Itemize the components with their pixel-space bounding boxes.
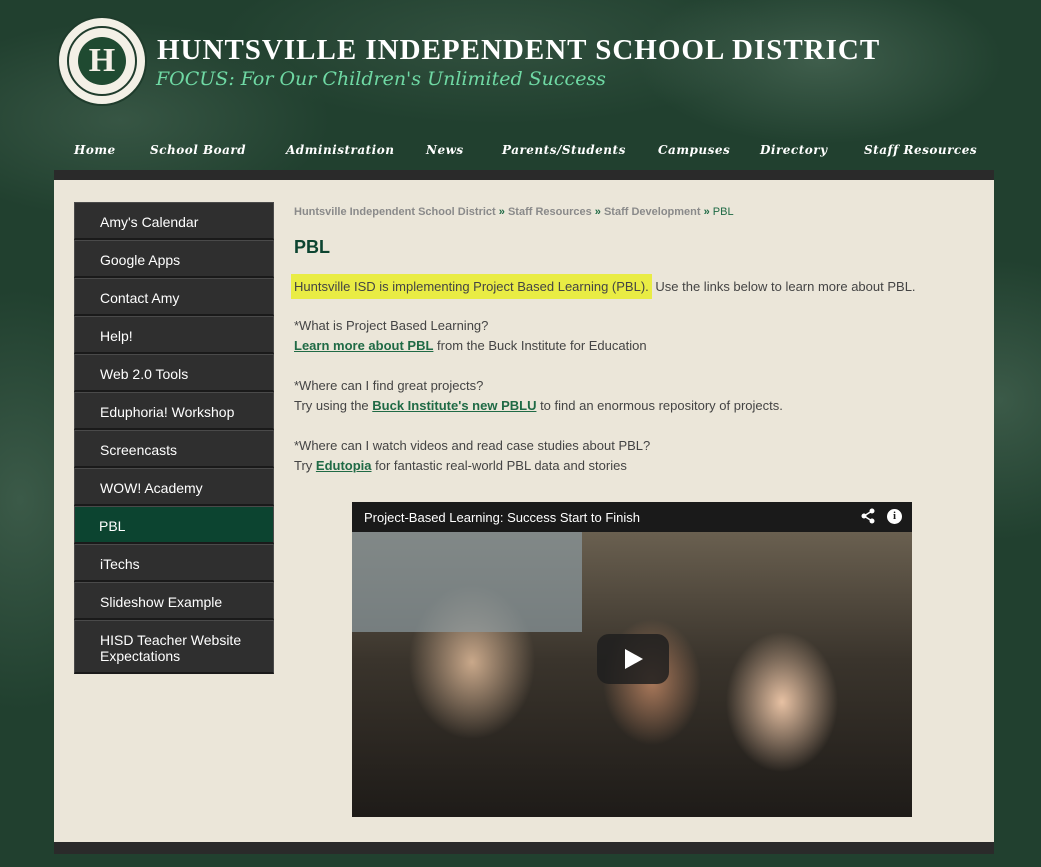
nav-directory[interactable]: Directory [760,143,828,157]
answer-2: Try using the Buck Institute's new PBLU … [294,396,954,416]
sidebar-item-web-tools[interactable]: Web 2.0 Tools [74,354,274,392]
sidebar-item-itechs[interactable]: iTechs [74,544,274,582]
content-top-border [54,170,994,180]
main-content: Huntsville Independent School District »… [291,202,954,476]
breadcrumb-separator: » [498,206,505,218]
logo-letter: H [78,37,126,85]
answer-3: Try Edutopia for fantastic real-world PB… [294,456,954,476]
breadcrumb-separator: » [594,206,601,218]
district-logo[interactable]: H [57,16,147,106]
edutopia-link[interactable]: Edutopia [316,458,372,473]
thumbnail-wall-map [352,532,582,632]
nav-news[interactable]: News [426,143,464,157]
nav-administration[interactable]: Administration [286,143,394,157]
video-title[interactable]: Project-Based Learning: Success Start to… [364,510,640,525]
sidebar-item-pbl[interactable]: PBL [74,506,274,544]
sidebar-item-google-apps[interactable]: Google Apps [74,240,274,278]
breadcrumb: Huntsville Independent School District »… [294,206,954,218]
intro-paragraph: Huntsville ISD is implementing Project B… [291,274,954,299]
question-2: *Where can I find great projects? [294,378,484,393]
answer-1: Learn more about PBL from the Buck Insti… [294,336,954,356]
sidebar-item-teacher-website-expectations[interactable]: HISD Teacher Website Expectations [74,620,274,674]
intro-rest: Use the links below to learn more about … [651,279,916,294]
nav-campuses[interactable]: Campuses [658,143,730,157]
answer-2-pre: Try using the [294,398,373,413]
sidebar-item-contact-amy[interactable]: Contact Amy [74,278,274,316]
sidebar-item-slideshow-example[interactable]: Slideshow Example [74,582,274,620]
learn-more-pbl-link[interactable]: Learn more about PBL [294,338,433,353]
question-1: *What is Project Based Learning? [294,318,489,333]
highlighted-intro: Huntsville ISD is implementing Project B… [291,274,652,299]
main-nav: Home School Board Administration News Pa… [56,143,992,165]
buck-institute-pblu-link[interactable]: Buck Institute's new PBLU [372,398,536,413]
video-player[interactable]: Project-Based Learning: Success Start to… [352,502,912,817]
site-tagline: FOCUS: For Our Children's Unlimited Succ… [156,68,606,90]
play-icon [625,649,643,669]
breadcrumb-staff-resources[interactable]: Staff Resources [508,206,592,218]
sidebar-item-screencasts[interactable]: Screencasts [74,430,274,468]
sidebar-item-amys-calendar[interactable]: Amy's Calendar [74,202,274,240]
nav-home[interactable]: Home [74,143,116,157]
breadcrumb-separator: » [703,206,710,218]
breadcrumb-staff-development[interactable]: Staff Development [604,206,701,218]
question-3: *Where can I watch videos and read case … [294,438,651,453]
sidebar-item-wow-academy[interactable]: WOW! Academy [74,468,274,506]
site-title: HUNTSVILLE INDEPENDENT SCHOOL DISTRICT [157,34,881,66]
page-title: PBL [294,237,330,257]
share-icon[interactable] [860,508,876,528]
breadcrumb-district[interactable]: Huntsville Independent School District [294,206,496,218]
nav-parents-students[interactable]: Parents/Students [502,143,626,157]
answer-3-text: for fantastic real-world PBL data and st… [371,458,627,473]
sidebar-item-help[interactable]: Help! [74,316,274,354]
sidebar-item-eduphoria-workshop[interactable]: Eduphoria! Workshop [74,392,274,430]
answer-2-text: to find an enormous repository of projec… [536,398,783,413]
breadcrumb-current: PBL [712,206,734,218]
answer-3-pre: Try [294,458,316,473]
play-button[interactable] [597,634,669,684]
answer-1-text: from the Buck Institute for Education [433,338,647,353]
sidebar-menu: Amy's Calendar Google Apps Contact Amy H… [74,202,274,674]
nav-staff-resources[interactable]: Staff Resources [864,143,977,157]
content-bottom-border [54,842,994,854]
info-icon[interactable]: i [887,509,902,524]
nav-school-board[interactable]: School Board [150,143,246,157]
